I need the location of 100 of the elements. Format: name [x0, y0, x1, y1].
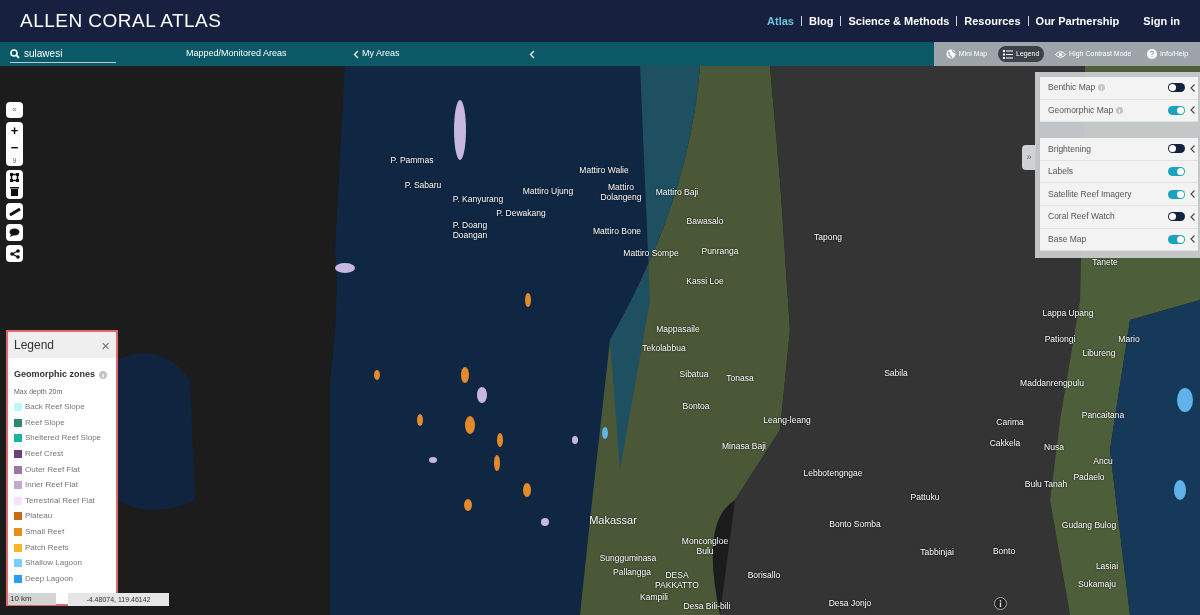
place-label: Padaelo — [1073, 472, 1105, 482]
place-label: Pationgi — [1044, 334, 1076, 344]
place-label: Tekolabbua — [642, 343, 686, 353]
reef-shape — [572, 436, 578, 444]
place-label: Pattuku — [910, 492, 940, 502]
legend-label: Inner Reef Flat — [25, 479, 78, 492]
legend-label: Reef Crest — [25, 448, 64, 461]
place-label: Mattiro Ujung — [522, 186, 574, 196]
layer-label: Base Map — [1048, 233, 1087, 246]
nav-link[interactable]: Blog — [809, 12, 834, 30]
reef-shape — [477, 387, 487, 403]
place-label: Libureng — [1082, 348, 1116, 358]
toggle-switch[interactable] — [1168, 83, 1185, 93]
place-label: Lappa Upang — [1042, 308, 1094, 318]
place-label: P. Sabaru — [404, 180, 442, 190]
place-label: Pallangga — [613, 567, 651, 577]
legend-section-title: Geomorphic zones — [14, 368, 95, 381]
place-label: Makassar — [589, 515, 637, 525]
globe-icon — [945, 49, 956, 59]
place-label: Bontoa — [682, 401, 710, 411]
place-label: Nusa — [1044, 442, 1064, 452]
reef-shape — [429, 457, 437, 463]
chevron-icon[interactable] — [1190, 190, 1195, 199]
chevron-icon[interactable] — [1190, 235, 1195, 244]
chevron-icon — [353, 49, 359, 59]
reef-shape — [335, 263, 355, 273]
chevron-icon[interactable] — [1190, 212, 1195, 221]
reef-shape — [1177, 388, 1193, 412]
toggle-switch[interactable] — [1168, 234, 1185, 244]
panel-dropdown[interactable]: Mapped/Monitored Areas — [186, 47, 362, 61]
legend-title: Legend — [14, 337, 55, 354]
place-label: Bawasalo — [686, 216, 724, 226]
place-label: Lebbotengngae — [803, 468, 863, 478]
place-label: Mappasaile — [656, 324, 700, 334]
place-label: Sibatua — [679, 369, 709, 379]
nav-link[interactable]: Resources — [964, 12, 1021, 30]
reef-shape — [494, 455, 500, 471]
toggle-switch[interactable] — [1168, 167, 1185, 177]
nav-link[interactable]: Science & Methods — [848, 12, 950, 30]
place-label: Desa Bili-bili — [683, 601, 731, 611]
trash-icon[interactable] — [10, 186, 19, 196]
panel-dropdown[interactable]: My Areas — [362, 47, 538, 61]
rectangle-draw-icon[interactable] — [10, 173, 19, 182]
share-icon[interactable] — [9, 248, 20, 259]
search-field[interactable]: sulawesi — [10, 45, 116, 63]
legend-label: Shallow Lagoon — [25, 557, 82, 570]
ruler-icon[interactable] — [8, 207, 21, 216]
nav-link[interactable]: Atlas — [767, 12, 794, 30]
place-label: P. Pammas — [390, 155, 434, 165]
place-label: Tonasa — [726, 373, 754, 383]
reef-shape — [541, 518, 549, 526]
place-label: Sabila — [884, 368, 908, 378]
legend-label: Plateau — [25, 510, 53, 523]
close-button[interactable]: × — [101, 337, 110, 353]
reef-shape — [454, 100, 466, 160]
place-label: Mattiro Baji — [655, 187, 699, 197]
place-label: Minasa Baji — [722, 441, 766, 451]
place-label: Kassi Loe — [686, 276, 724, 286]
expand-panel-button[interactable]: » — [1022, 145, 1036, 170]
chevron-icon — [529, 49, 535, 59]
layer-label: Brightening — [1048, 142, 1091, 156]
search-input[interactable]: sulawesi — [24, 46, 109, 61]
reef-shape — [523, 483, 531, 497]
toggle-switch[interactable] — [1168, 105, 1185, 115]
toggle-switch[interactable] — [1168, 212, 1185, 222]
place-label: Kampili — [640, 592, 668, 602]
place-label: Lasiai — [1095, 561, 1119, 571]
zoom-in-button[interactable]: + — [6, 122, 23, 139]
place-label: Ancu — [1093, 456, 1113, 466]
legend-label: Small Reef — [25, 526, 65, 539]
collapse-button[interactable]: « — [6, 102, 23, 118]
legend-label: Outer Reef Flat — [25, 463, 80, 476]
place-label: P. Dewakang — [496, 208, 546, 218]
place-label: Pancaitana — [1081, 410, 1125, 420]
layer-label: Satellite Reef Imagery — [1048, 187, 1132, 201]
place-label: Tapong — [814, 232, 842, 242]
toggle-switch[interactable] — [1168, 189, 1185, 199]
reef-shape — [602, 427, 608, 439]
legend-label: Patch Reefs — [25, 541, 69, 554]
logo[interactable]: ALLEN CORAL ATLAS — [20, 6, 222, 36]
legend-label: Deep Lagoon — [25, 572, 74, 585]
zoom-out-button[interactable]: − — [6, 139, 23, 156]
reef-shape — [374, 370, 380, 380]
legend-label: Back Reef Slope — [25, 401, 85, 414]
layer-label: Benthic Map — [1048, 81, 1096, 95]
chevron-icon[interactable] — [1190, 106, 1195, 115]
legend-label: Reef Slope — [25, 416, 65, 429]
toggle-switch[interactable] — [1168, 144, 1185, 154]
reef-shape — [497, 433, 503, 447]
place-label: Mattiro Dolangeng — [599, 182, 643, 202]
comment-icon[interactable] — [9, 228, 20, 237]
chevron-icon[interactable] — [1190, 83, 1195, 92]
place-label: Mattiro Sompe — [623, 248, 679, 258]
place-label: P. Doang Doangan — [451, 220, 489, 240]
sign-in-link[interactable]: Sign in — [1143, 12, 1180, 30]
chevron-icon[interactable] — [1190, 145, 1195, 153]
legend-label: Sheltered Reef Slope — [25, 432, 102, 445]
nav-link[interactable]: Our Partnership — [1035, 12, 1120, 30]
place-label: Mattiro Walie — [579, 165, 629, 175]
place-label: Maddanrengpulu — [1020, 378, 1084, 388]
